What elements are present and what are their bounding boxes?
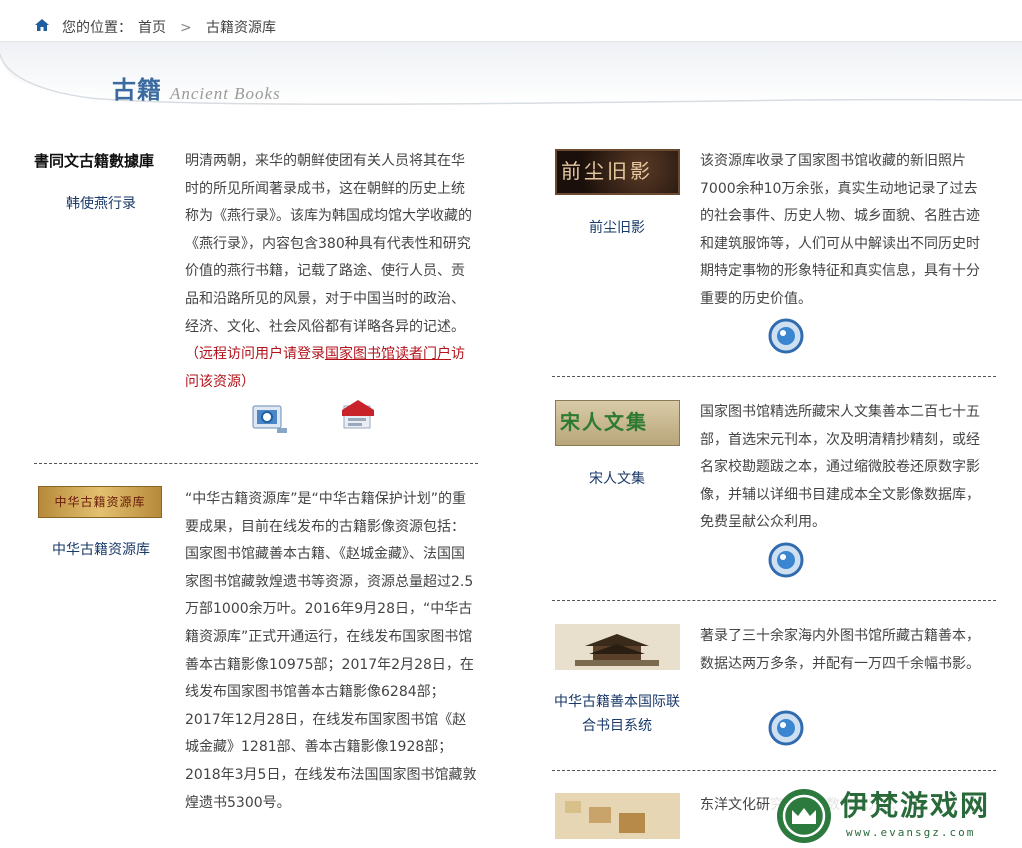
search-database-icon[interactable] [766, 540, 806, 580]
songren-logo[interactable]: 宋人文集 [555, 400, 680, 446]
breadcrumb-prefix: 您的位置： [62, 20, 132, 36]
watermark-text: 伊梵游戏网 [840, 789, 991, 822]
entry-desc-zhonghua: “中华古籍资源库”是“中华古籍保护计划”的重要成果，目前在线发布的古籍影像资源包… [185, 491, 477, 811]
shutongwen-logo[interactable]: 書同文古籍數據庫 [34, 148, 172, 174]
breadcrumb-home-link[interactable]: 首页 [138, 19, 166, 37]
qianchen-logo[interactable]: 前尘旧影 [555, 149, 680, 195]
breadcrumb-separator: > [180, 20, 192, 36]
divider-left-1 [34, 463, 478, 464]
search-database-icon[interactable] [766, 708, 806, 748]
home-icon[interactable] [34, 18, 50, 32]
section-title-cn: 古籍 [112, 75, 162, 104]
remote-access-note: （远程访问用户请登录国家图书馆读者门户访问该资源） [185, 346, 465, 390]
entry-desc-qianchen: 该资源库收录了国家图书馆收藏的新旧照片7000余种10万余张，真实生动地记录了过… [700, 153, 980, 307]
dongyang-logo[interactable] [555, 793, 680, 839]
entry-title-hanshi[interactable]: 韩使燕行录 [34, 192, 168, 216]
entry-desc-songren: 国家图书馆精选所藏宋人文集善本二百七十五部，首选宋元刊本，次及明清精抄精刻，或经… [700, 404, 980, 531]
shanben-lianhe-logo[interactable] [555, 624, 680, 670]
entry-desc-hanshi: 明清两朝，来华的朝鲜使团有关人员将其在华时的所见所闻著录成书，这在朝鲜的历史上统… [185, 153, 472, 390]
watermark-url: www.evansgz.com [846, 826, 976, 839]
entry-title-shanben[interactable]: 中华古籍善本国际联合书目系统 [552, 690, 682, 738]
section-title-en: Ancient Books [170, 84, 281, 103]
divider-right-3 [552, 770, 996, 771]
entry-desc-shanben: 著录了三十余家海内外图书馆所藏古籍善本，数据达两万多条，并配有一万四千余幅书影。 [700, 628, 980, 672]
breadcrumb: 您的位置： 首页 > 古籍资源库 [0, 0, 1022, 42]
entry-title-qianchen[interactable]: 前尘旧影 [552, 216, 682, 240]
divider-right-2 [552, 600, 996, 601]
zhonghua-guji-logo[interactable]: 中华古籍资源库 [38, 486, 162, 518]
entry-title-zhonghua[interactable]: 中华古籍资源库 [34, 538, 168, 562]
breadcrumb-current: 古籍资源库 [206, 20, 276, 36]
reader-portal-link[interactable]: 国家图书馆读者门户 [325, 346, 451, 362]
divider-right-1 [552, 376, 996, 377]
search-database-icon[interactable] [766, 316, 806, 356]
entry-title-songren[interactable]: 宋人文集 [552, 467, 682, 491]
reader-portal-icon[interactable] [338, 396, 378, 436]
search-database-icon[interactable] [250, 398, 290, 438]
